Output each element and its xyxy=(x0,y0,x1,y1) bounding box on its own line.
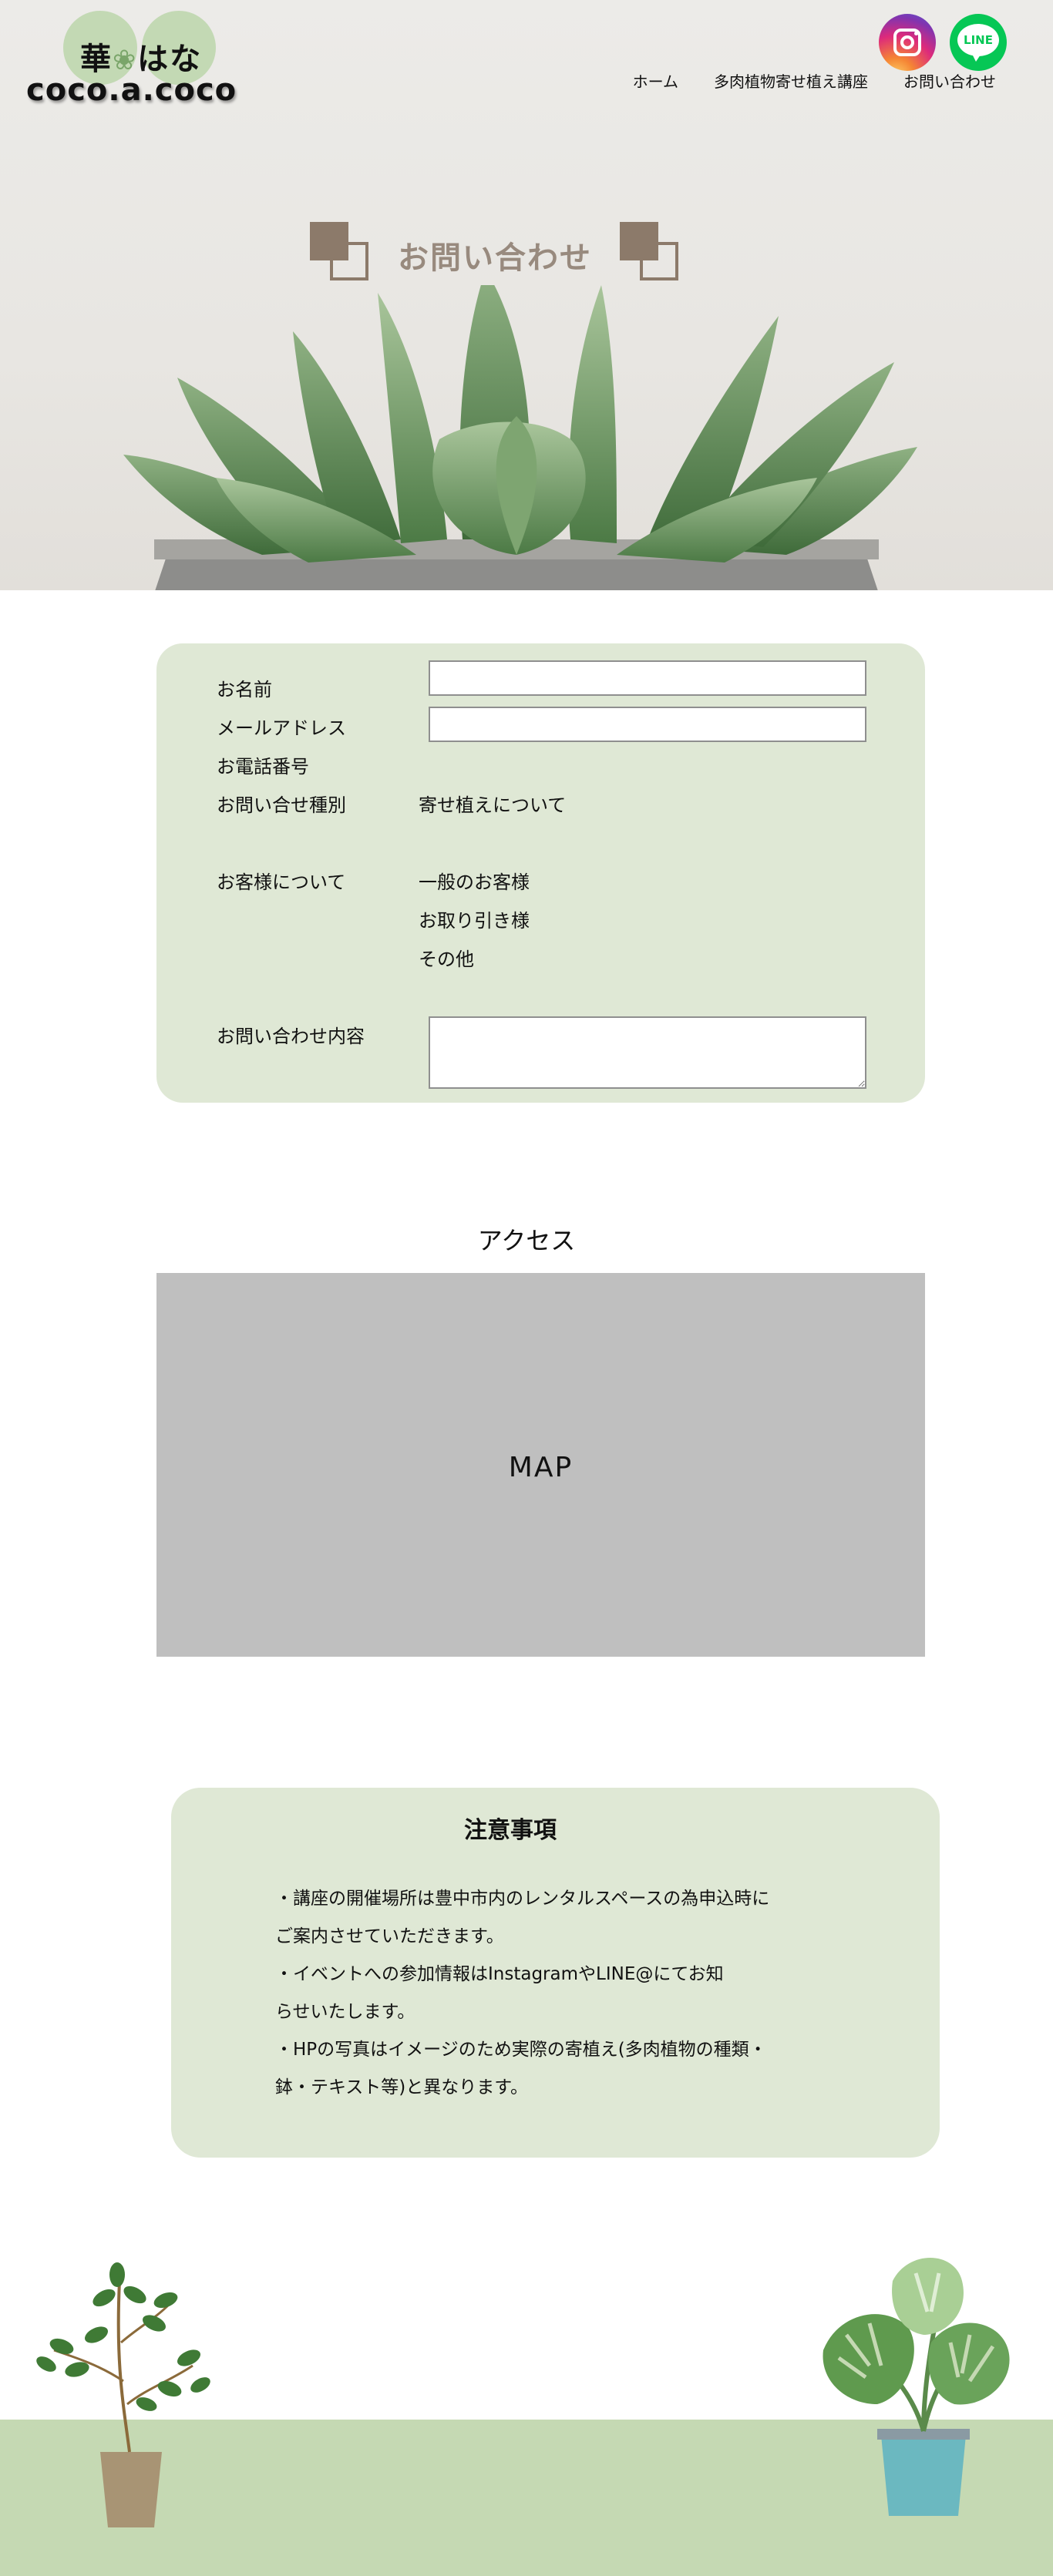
access-title: アクセス xyxy=(477,1226,576,1255)
notes-line: らせいたします。 xyxy=(275,2002,415,2022)
nav-contact[interactable]: お問い合わせ xyxy=(903,69,996,92)
instagram-icon[interactable] xyxy=(879,14,936,71)
name-label: お名前 xyxy=(217,679,272,700)
plant-right-icon xyxy=(823,2258,1010,2516)
name-input[interactable] xyxy=(429,660,866,696)
succulent-image xyxy=(123,285,917,590)
notes-list: ・講座の開催場所は豊中市内のレンタルスペースの為申込時に ご案内させていただきま… xyxy=(275,1880,861,2107)
message-label: お問い合わせ内容 xyxy=(217,1026,365,1047)
hero-section: 華❀はな coco.a.coco LINE ホーム 多肉植物寄せ植え講座 お問い… xyxy=(0,0,1053,590)
message-textarea[interactable] xyxy=(429,1016,866,1089)
flower-icon: ❀ xyxy=(113,45,138,76)
customer-option-general[interactable]: 一般のお客様 xyxy=(419,867,530,894)
email-label: メールアドレス xyxy=(217,717,346,739)
map-placeholder[interactable]: MAP xyxy=(156,1273,925,1657)
inquiry-type-label: お問い合せ種別 xyxy=(217,794,346,816)
line-icon-label: LINE xyxy=(964,33,993,47)
site-logo[interactable]: 華❀はな coco.a.coco xyxy=(26,11,273,111)
main-nav: ホーム 多肉植物寄せ植え講座 お問い合わせ xyxy=(633,69,996,92)
nav-course[interactable]: 多肉植物寄せ植え講座 xyxy=(714,69,868,92)
email-input[interactable] xyxy=(429,707,866,742)
nav-home[interactable]: ホーム xyxy=(633,69,678,92)
phone-label: お電話番号 xyxy=(217,756,309,778)
notes-title: 注意事項 xyxy=(464,1817,557,1844)
notes-line: ご案内させていただきます。 xyxy=(275,1926,504,1946)
customer-option-business[interactable]: お取り引き様 xyxy=(419,905,530,932)
hero-title-block: お問い合わせ xyxy=(310,222,680,291)
inquiry-type-option[interactable]: 寄せ植えについて xyxy=(419,790,566,817)
customer-label: お客様について xyxy=(217,872,346,893)
square-deco-icon xyxy=(620,222,678,280)
logo-bottom-text: coco.a.coco xyxy=(26,72,237,108)
map-label: MAP xyxy=(508,1452,574,1483)
notes-line: ・HPの写真はイメージのため実際の寄植え(多肉植物の種類・ xyxy=(275,2040,767,2060)
notes-card: 注意事項 ・講座の開催場所は豊中市内のレンタルスペースの為申込時に ご案内させて… xyxy=(171,1788,940,2158)
line-icon[interactable]: LINE xyxy=(950,14,1007,71)
notes-line: ・イベントへの参加情報はInstagramやLINE@にてお知 xyxy=(275,1964,724,1984)
contact-form: お名前 メールアドレス お電話番号 お問い合せ種別 寄せ植えについて お客様につ… xyxy=(156,643,925,1103)
plant-left-icon xyxy=(36,2262,210,2527)
notes-line: 鉢・テキスト等)と異なります。 xyxy=(275,2077,528,2097)
customer-option-other[interactable]: その他 xyxy=(419,944,474,971)
notes-line: ・講座の開催場所は豊中市内のレンタルスペースの為申込時に xyxy=(275,1889,770,1909)
